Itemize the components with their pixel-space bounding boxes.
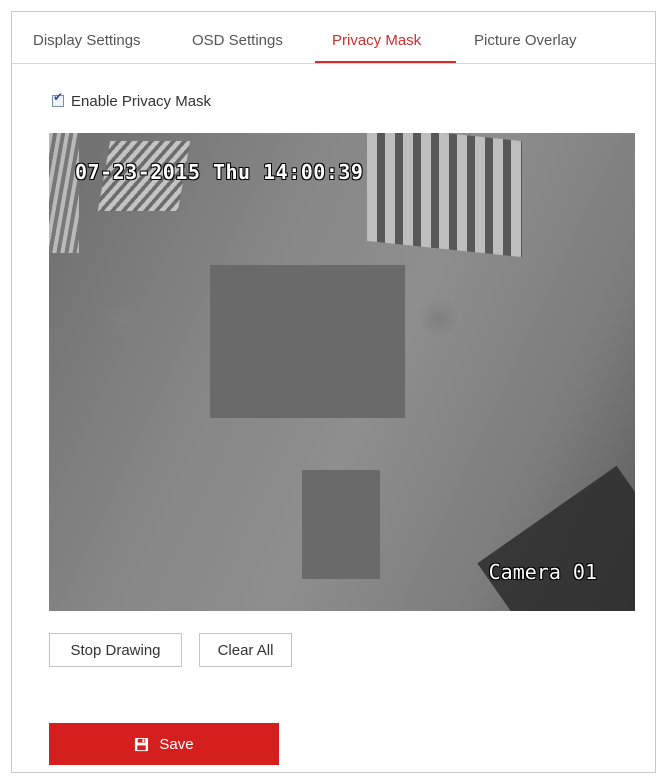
active-tab-indicator [315, 61, 456, 63]
privacy-mask-area[interactable] [210, 265, 405, 418]
video-scene-spot [104, 301, 144, 341]
save-button-label: Save [159, 735, 194, 753]
clear-all-button[interactable]: Clear All [199, 633, 292, 667]
check-icon: ✔ [53, 90, 64, 104]
settings-tabs: Display Settings OSD Settings Privacy Ma… [12, 12, 655, 64]
video-scene-detail [49, 133, 79, 253]
osd-camera-name: Camera 01 [488, 560, 597, 584]
floppy-disk-icon [135, 737, 149, 751]
save-button[interactable]: Save [49, 723, 279, 765]
video-scene-blinds [367, 133, 522, 258]
tab-display-settings[interactable]: Display Settings [33, 32, 141, 49]
tab-osd-settings[interactable]: OSD Settings [192, 32, 283, 49]
video-scene-spot [419, 298, 459, 338]
osd-datetime: 07-23-2015 Thu 14:00:39 [75, 160, 364, 184]
tab-picture-overlay[interactable]: Picture Overlay [474, 32, 577, 49]
enable-privacy-mask-toggle[interactable]: ✔ Enable Privacy Mask [52, 91, 212, 110]
stop-drawing-button[interactable]: Stop Drawing [49, 633, 182, 667]
enable-privacy-mask-label: Enable Privacy Mask [71, 92, 212, 110]
live-video-preview[interactable]: 07-23-2015 Thu 14:00:39 Camera 01 [49, 133, 635, 611]
privacy-mask-panel: Display Settings OSD Settings Privacy Ma… [11, 11, 656, 773]
video-scene-corner [477, 465, 635, 611]
tab-privacy-mask[interactable]: Privacy Mask [332, 32, 421, 49]
privacy-mask-area[interactable] [302, 470, 380, 579]
enable-privacy-mask-checkbox[interactable]: ✔ [52, 91, 64, 107]
